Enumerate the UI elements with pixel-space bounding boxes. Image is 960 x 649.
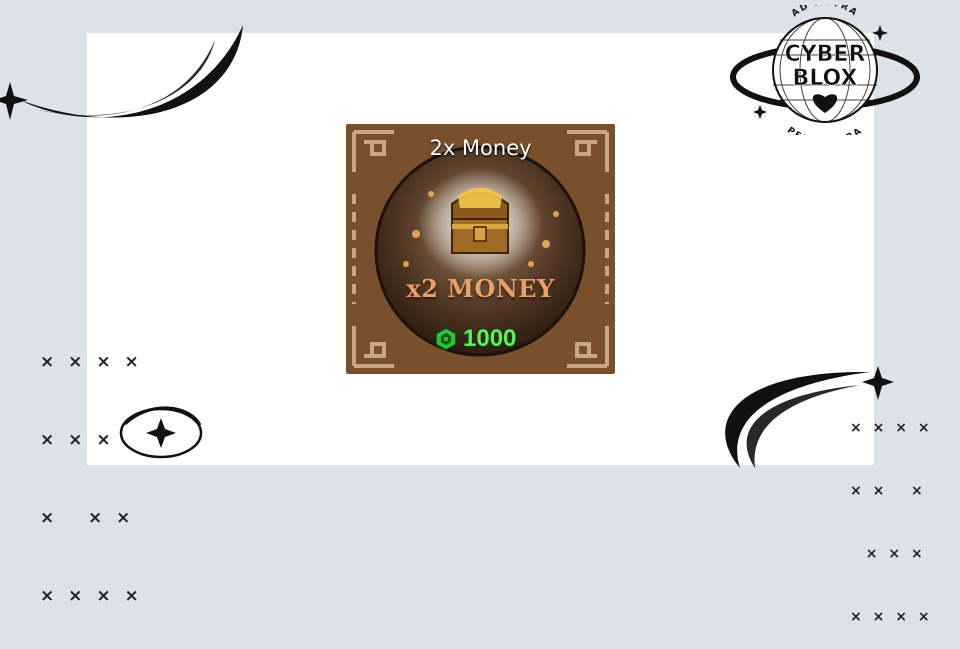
treasure-chest-icon bbox=[451, 187, 509, 254]
robux-icon bbox=[435, 327, 457, 351]
logo-bottom-text: PER ASPERA bbox=[785, 126, 863, 135]
x-row: × × × × bbox=[850, 609, 933, 625]
price-value: 1000 bbox=[463, 325, 517, 352]
x-pattern-right: × × × × × × × × × × × × × × bbox=[850, 376, 933, 649]
logo-line2: BLOX bbox=[793, 66, 858, 91]
gamepass-title: 2x Money bbox=[429, 136, 532, 160]
swoosh-top-left-inner bbox=[30, 40, 215, 116]
x-row: × × × bbox=[40, 508, 135, 528]
sparkle-icon-logo bbox=[872, 25, 888, 41]
x-row: × × × × bbox=[40, 352, 143, 372]
x-row: × × × bbox=[40, 430, 115, 450]
gamepass-card[interactable]: 2x Money x2 MONEY 1000 bbox=[346, 124, 615, 374]
sparkle-icon-bottom-left bbox=[146, 418, 176, 448]
price-tag[interactable]: 1000 bbox=[434, 324, 516, 354]
x-row: × × × bbox=[850, 483, 926, 499]
x-row: × × × × bbox=[850, 420, 933, 436]
svg-text:PER ASPERA: PER ASPERA bbox=[785, 126, 865, 135]
sparkle-icon bbox=[0, 82, 28, 120]
x-row: × × × bbox=[850, 546, 926, 562]
cyberblox-logo: AD ASTRA CYBER BLOX PER ASPERA bbox=[730, 5, 920, 135]
swoosh-top-left bbox=[20, 25, 243, 118]
gamepass-effect-label: x2 MONEY bbox=[406, 274, 555, 303]
x-row: × × × × bbox=[40, 586, 143, 606]
logo-line1: CYBER bbox=[785, 42, 866, 67]
x-pattern-left: × × × × × × × × × × × × × × bbox=[40, 297, 143, 635]
